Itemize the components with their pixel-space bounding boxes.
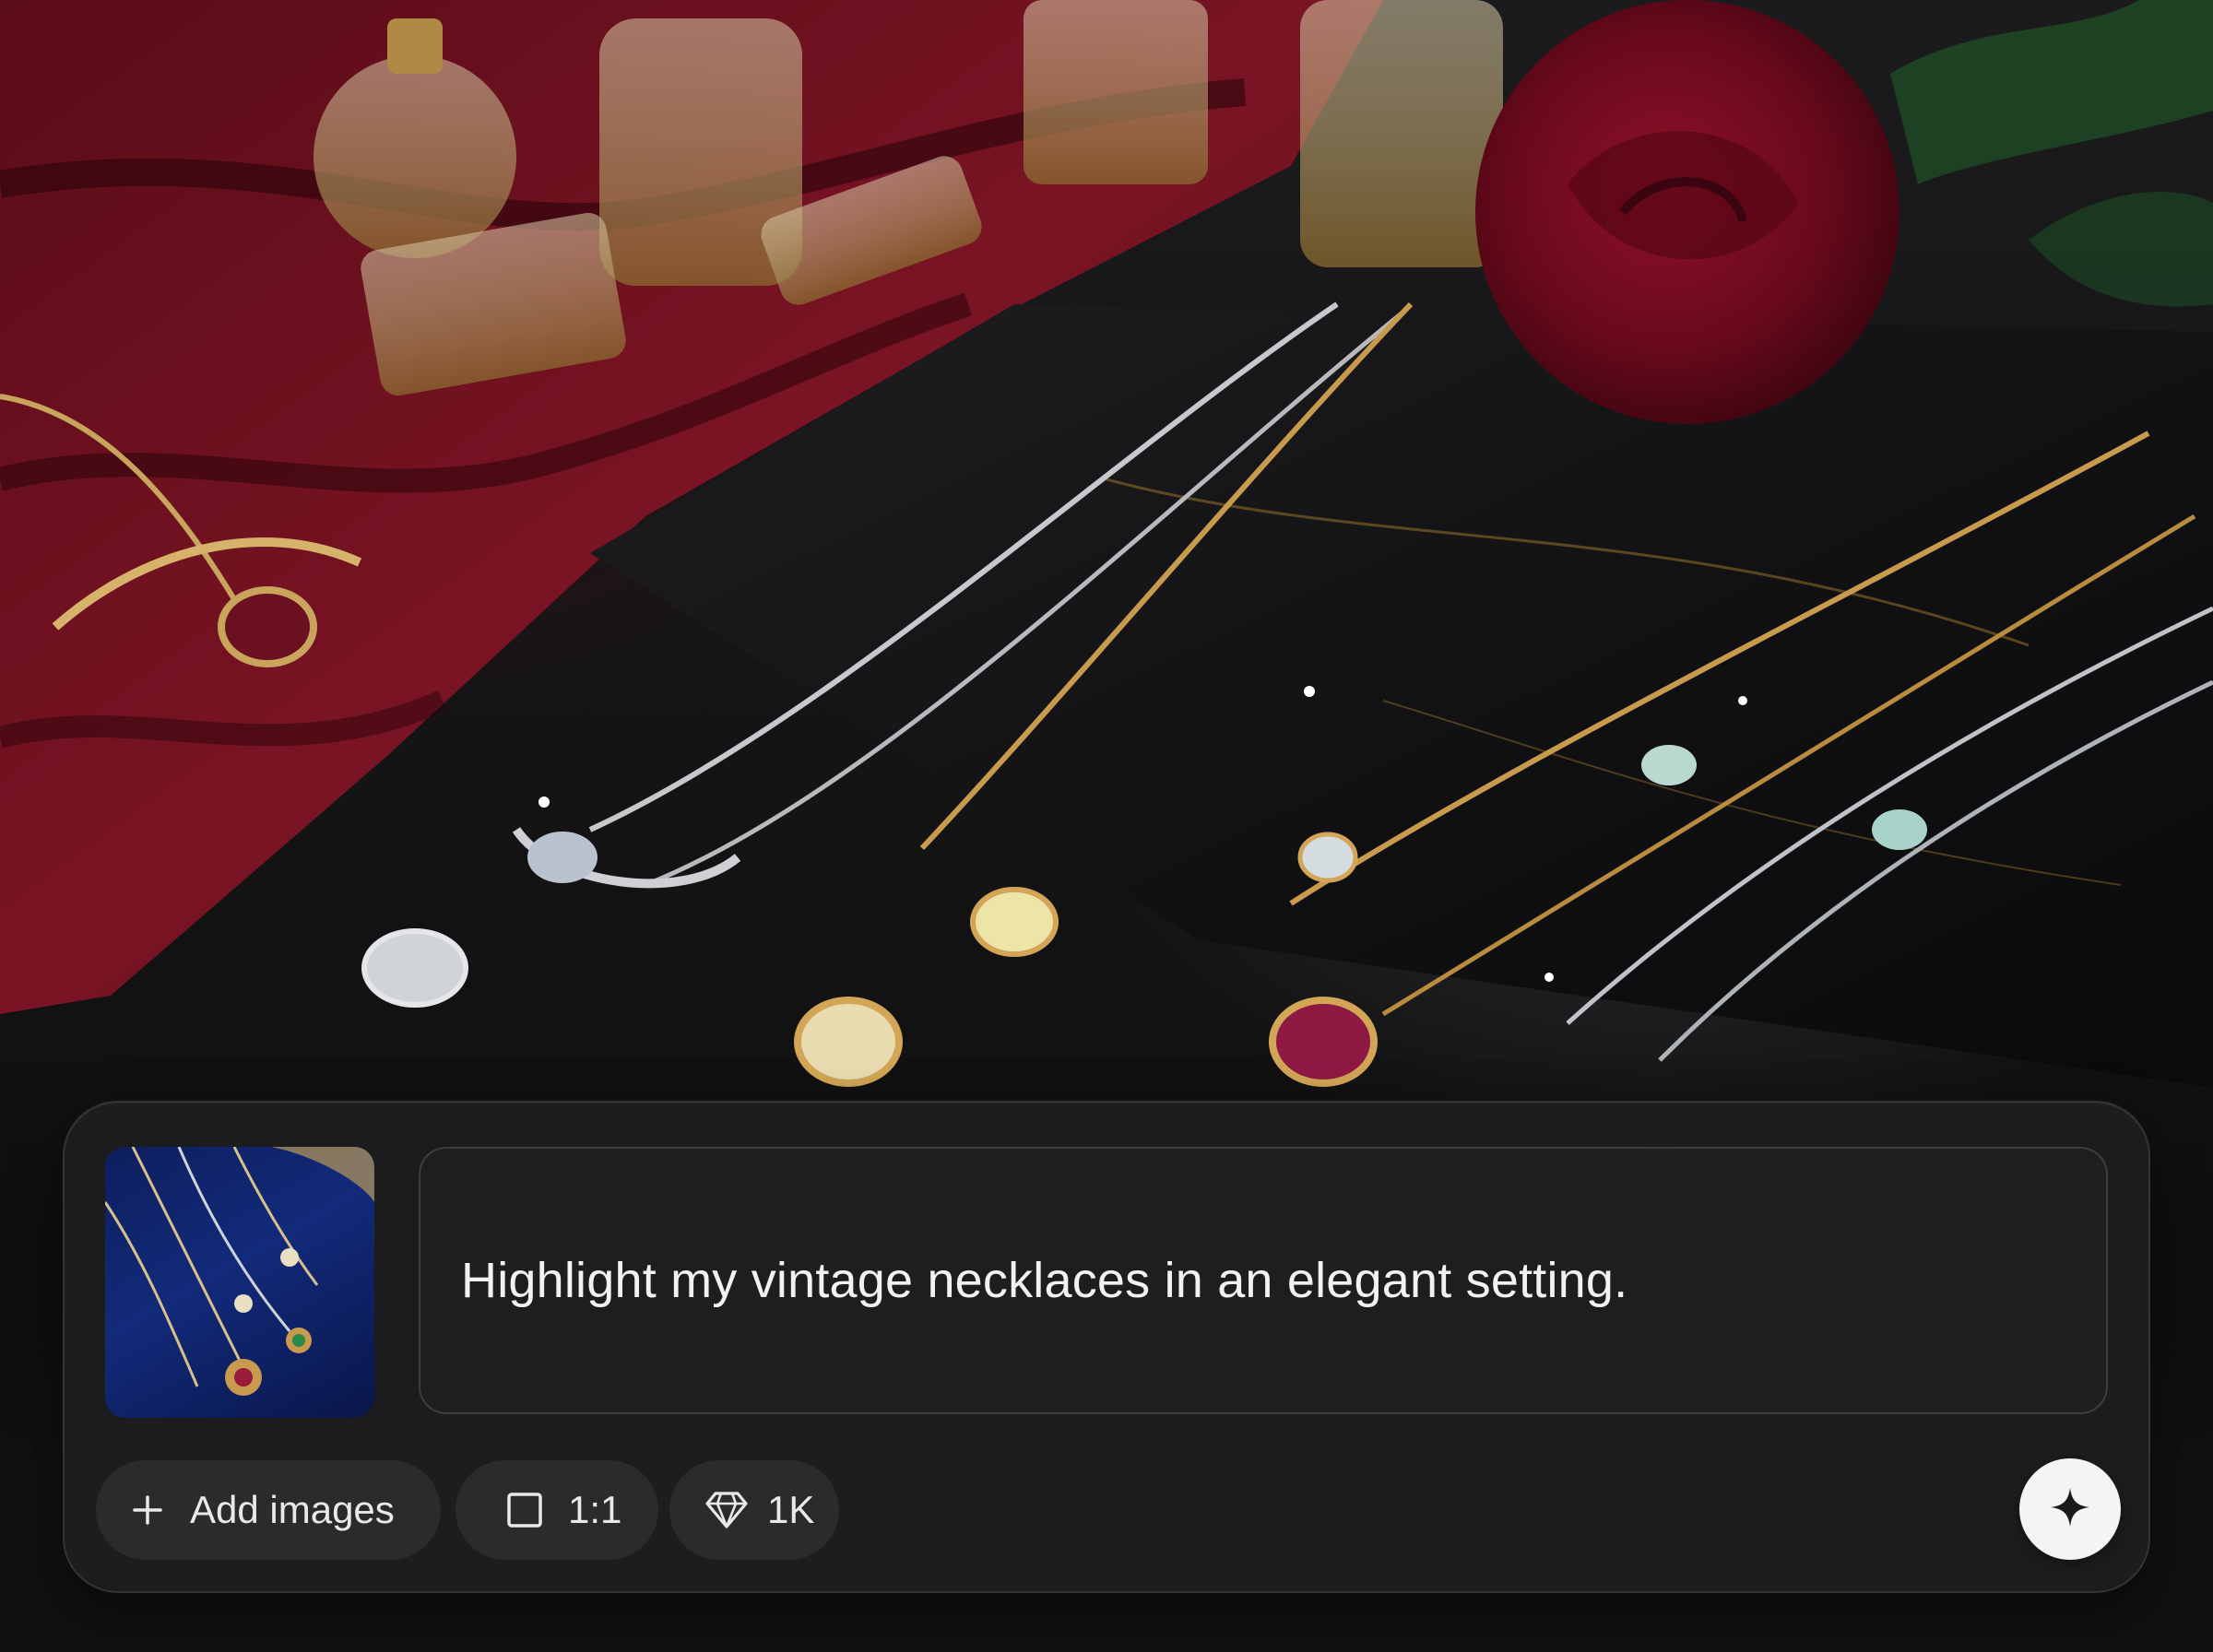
generate-button[interactable] (2019, 1458, 2121, 1560)
resolution-label: 1K (767, 1488, 815, 1531)
plus-icon (131, 1493, 164, 1527)
reference-image-thumbnail[interactable] (105, 1147, 374, 1418)
add-images-label: Add images (190, 1488, 395, 1531)
add-images-button[interactable]: Add images (96, 1460, 441, 1560)
sparkle-icon (2049, 1486, 2091, 1533)
prompt-input[interactable]: Highlight my vintage necklaces in an ele… (419, 1147, 2108, 1414)
diamond-icon (704, 1490, 749, 1530)
aspect-ratio-button[interactable]: 1:1 (456, 1460, 658, 1560)
prompt-text[interactable]: Highlight my vintage necklaces in an ele… (461, 1248, 1627, 1313)
aspect-ratio-label: 1:1 (568, 1488, 622, 1531)
prompt-composer: Highlight my vintage necklaces in an ele… (63, 1101, 2150, 1593)
resolution-button[interactable]: 1K (669, 1460, 839, 1560)
square-icon (505, 1491, 544, 1529)
